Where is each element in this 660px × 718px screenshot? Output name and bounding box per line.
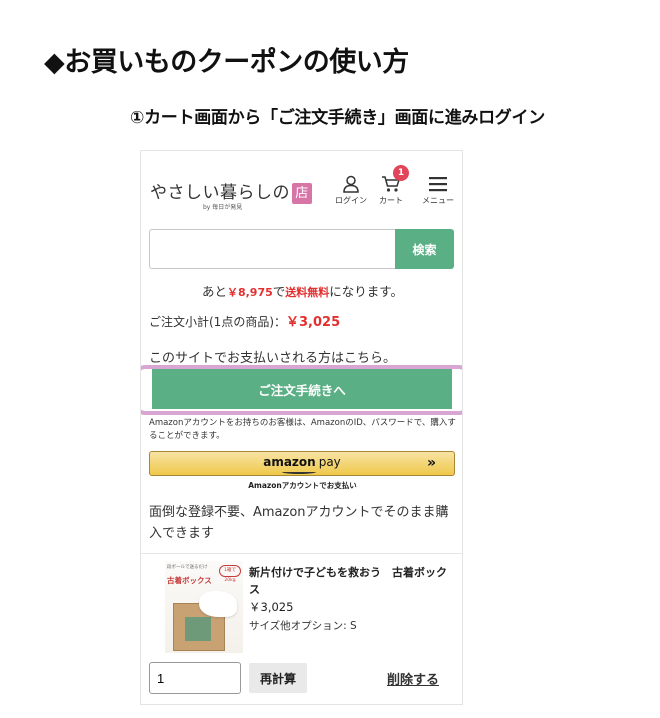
subtotal-label: ご注文小計(1点の商品)： bbox=[149, 315, 286, 329]
cart-count-badge: 1 bbox=[393, 165, 409, 181]
product-image-title: 古着ボックス bbox=[167, 576, 212, 585]
search-button[interactable]: 検索 bbox=[395, 229, 454, 269]
delete-link[interactable]: 削除する bbox=[387, 669, 439, 688]
amazon-account-note: Amazonアカウントをお持ちのお客様は、AmazonのID、パスワードで、購入… bbox=[149, 418, 456, 441]
subtotal-value: ￥3,025 bbox=[286, 315, 341, 330]
product-image[interactable]: 段ボールで送るだけ 古着ボックス 1箱で20kg bbox=[165, 561, 243, 653]
amazon-smile-icon bbox=[282, 470, 316, 474]
product-image-caption: 段ボールで送るだけ bbox=[167, 565, 208, 570]
recalculate-button[interactable]: 再計算 bbox=[249, 663, 307, 693]
login-button[interactable]: ログイン bbox=[329, 175, 373, 206]
free-ship-mid: で bbox=[272, 284, 286, 299]
logo-subtitle: by 毎日が発見 bbox=[203, 204, 243, 211]
logo-mark: 店 bbox=[292, 183, 312, 204]
product-image-badge: 1箱で20kg bbox=[219, 565, 241, 583]
login-label: ログイン bbox=[335, 196, 367, 205]
free-ship-prefix: あと bbox=[201, 284, 227, 299]
product-option: サイズ他オプション: S bbox=[249, 620, 357, 632]
double-chevron-right-icon: » bbox=[426, 455, 436, 471]
divider bbox=[141, 553, 462, 554]
cart-label: カート bbox=[379, 196, 403, 205]
pay-here-text: このサイトでお支払いされる方はこちら。 bbox=[149, 351, 397, 366]
quantity-input[interactable] bbox=[149, 662, 241, 694]
page-title: ◆お買いものクーポンの使い方 bbox=[44, 47, 409, 78]
free-ship-amount: ￥8,975 bbox=[226, 286, 273, 299]
product-name[interactable]: 新片付けで子どもを救おう 古着ボックス bbox=[249, 564, 454, 598]
free-shipping-message: あと￥8,975で送料無料になります。 bbox=[141, 281, 462, 300]
product-price: ￥3,025 bbox=[249, 600, 294, 614]
phone-screenshot: やさしい暮らしの店 by 毎日が発見 ログイン 1 カート メニュー 検索 あと… bbox=[140, 150, 463, 705]
no-registration-text: 面倒な登録不要、Amazonアカウントでそのまま購入できます bbox=[149, 505, 449, 542]
amazon-pay-logo: amazon pay bbox=[150, 455, 454, 469]
cloth-graphic bbox=[199, 591, 237, 617]
free-ship-label: 送料無料 bbox=[285, 286, 330, 299]
amazon-pay-button[interactable]: amazon pay » bbox=[149, 451, 455, 476]
menu-button[interactable]: メニュー bbox=[416, 175, 460, 206]
free-ship-suffix: になります。 bbox=[329, 284, 404, 299]
step-heading: ①カート画面から「ご注文手続き」画面に進みログイン bbox=[130, 108, 545, 128]
search-input[interactable] bbox=[149, 229, 395, 269]
site-logo[interactable]: やさしい暮らしの店 bbox=[150, 178, 312, 204]
hamburger-menu-icon bbox=[429, 177, 447, 192]
checkout-button[interactable]: ご注文手続きへ bbox=[152, 369, 452, 409]
logo-text: やさしい暮らしの bbox=[150, 183, 290, 203]
amazon-word: amazon bbox=[263, 455, 316, 469]
pay-word: pay bbox=[318, 455, 341, 469]
clothes-graphic bbox=[185, 617, 211, 641]
order-subtotal: ご注文小計(1点の商品)：￥3,025 bbox=[149, 311, 340, 330]
cart-button[interactable]: 1 カート bbox=[369, 165, 413, 206]
user-icon bbox=[343, 175, 359, 193]
menu-label: メニュー bbox=[422, 196, 454, 205]
amazon-pay-caption: Amazonアカウントでお支払い bbox=[248, 481, 357, 490]
